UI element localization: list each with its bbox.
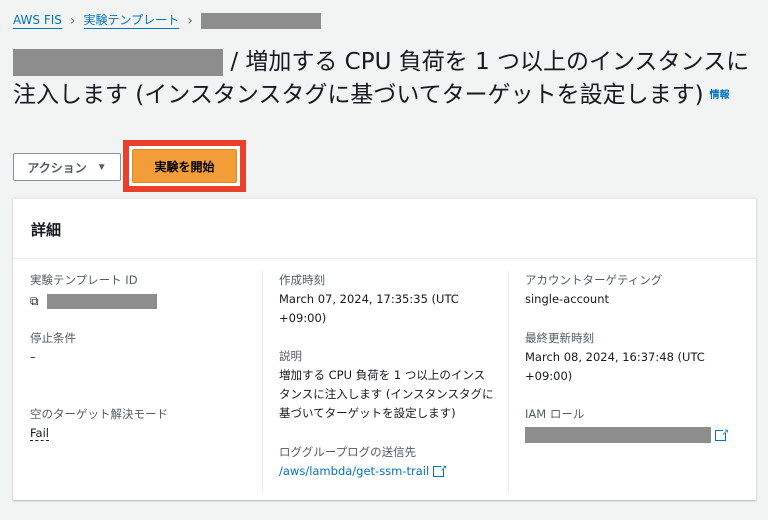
redacted-template-id bbox=[13, 49, 223, 76]
created-value: March 07, 2024, 17:35:35 (UTC +09:00) bbox=[279, 292, 459, 325]
description-value: 増加する CPU 負荷を 1 つ以上のインスタンスに注入します (インスタンスタ… bbox=[279, 368, 494, 420]
template-id-label: 実験テンプレート ID bbox=[30, 273, 138, 287]
account-targeting-label: アカウントターゲティング bbox=[525, 273, 663, 287]
description-label: 説明 bbox=[279, 349, 302, 363]
details-heading: 詳細 bbox=[13, 199, 756, 259]
redacted-iam-role[interactable] bbox=[525, 427, 711, 443]
breadcrumb-templates[interactable]: 実験テンプレート bbox=[83, 12, 180, 29]
breadcrumb: AWS FIS › 実験テンプレート › bbox=[13, 12, 321, 29]
actions-dropdown[interactable]: アクション ▼ bbox=[13, 153, 121, 181]
caret-down-icon: ▼ bbox=[96, 161, 107, 173]
empty-target-label: 空のターゲット解決モード bbox=[30, 407, 168, 421]
log-destination-label: ロググループログの送信先 bbox=[279, 445, 417, 459]
copy-icon[interactable]: ⧉ bbox=[30, 292, 39, 311]
chevron-right-icon: › bbox=[187, 12, 193, 29]
log-destination-link[interactable]: /aws/lambda/get-ssm-trail bbox=[279, 464, 429, 478]
actions-label: アクション bbox=[27, 160, 87, 175]
page-title: / 増加する CPU 負荷を 1 つ以上のインスタンスに注入します (インスタン… bbox=[13, 46, 753, 112]
breadcrumb-aws-fis[interactable]: AWS FIS bbox=[13, 12, 62, 29]
external-link-icon[interactable] bbox=[715, 424, 729, 443]
iam-role-label: IAM ロール bbox=[525, 407, 585, 421]
empty-target-value[interactable]: Fail bbox=[30, 426, 49, 441]
info-link[interactable]: 情報 bbox=[710, 90, 730, 101]
highlight-box: 実験を開始 bbox=[123, 140, 246, 192]
details-panel: 詳細 実験テンプレート ID ⧉ 停止条件 – 空のターゲット解決モード Fai… bbox=[13, 198, 756, 500]
chevron-right-icon: › bbox=[69, 12, 76, 29]
updated-value: March 08, 2024, 16:37:48 (UTC +09:00) bbox=[525, 350, 705, 383]
external-link-icon[interactable] bbox=[433, 460, 447, 479]
updated-label: 最終更新時刻 bbox=[525, 331, 594, 345]
created-label: 作成時刻 bbox=[279, 273, 325, 287]
redacted-id bbox=[46, 294, 157, 309]
stop-conditions-value: – bbox=[30, 350, 36, 364]
account-targeting-value: single-account bbox=[525, 292, 610, 306]
start-experiment-button[interactable]: 実験を開始 bbox=[132, 149, 237, 183]
redacted-template-name bbox=[200, 12, 321, 29]
stop-conditions-label: 停止条件 bbox=[30, 331, 76, 345]
